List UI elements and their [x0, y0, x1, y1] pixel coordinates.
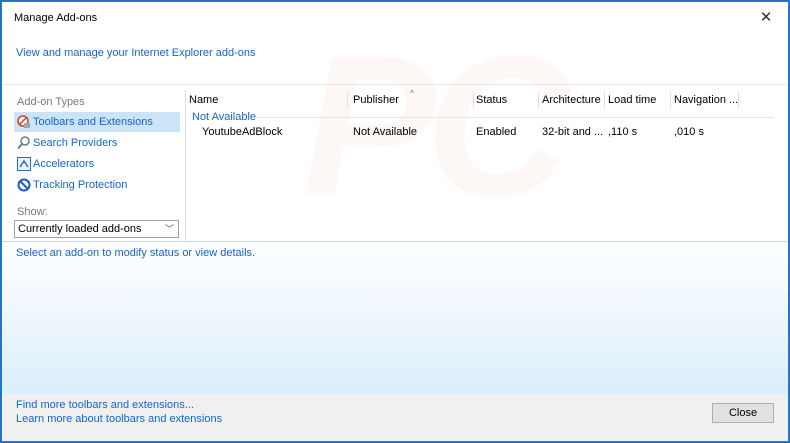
addon-types-title: Add-on Types: [17, 96, 85, 108]
accelerator-icon: [17, 157, 31, 171]
nav-item-label: Search Providers: [33, 137, 118, 149]
close-button[interactable]: Close: [712, 403, 774, 423]
header-link[interactable]: View and manage your Internet Explorer a…: [16, 47, 256, 59]
toolbar-extensions-icon: [17, 115, 31, 129]
column-header-navigation[interactable]: Navigation ...: [671, 90, 739, 110]
addon-types-pane: Add-on Types Toolbars and Extensions Sea…: [12, 90, 184, 240]
manage-addons-dialog: PC risk.com Manage Add-ons ✕ View and ma…: [1, 1, 789, 442]
nav-item-label: Tracking Protection: [33, 179, 128, 191]
close-icon[interactable]: ✕: [758, 10, 774, 26]
show-dropdown[interactable]: Currently loaded add-ons ﹀: [14, 220, 179, 238]
column-header-name[interactable]: Name: [186, 90, 348, 110]
learn-more-link[interactable]: Learn more about toolbars and extensions: [16, 413, 222, 425]
tracking-protection-icon: [17, 178, 31, 192]
cell-navigation: ,010 s: [674, 126, 704, 138]
find-more-link[interactable]: Find more toolbars and extensions...: [16, 399, 194, 411]
details-text: Select an add-on to modify status or vie…: [16, 247, 256, 259]
nav-item-search-providers[interactable]: Search Providers: [14, 133, 180, 153]
nav-item-toolbars-extensions[interactable]: Toolbars and Extensions: [14, 112, 180, 132]
cell-architecture: 32-bit and ...: [542, 126, 604, 138]
details-pane: Select an add-on to modify status or vie…: [2, 242, 788, 394]
footer: Find more toolbars and extensions... Lea…: [2, 394, 788, 441]
nav-item-label: Toolbars and Extensions: [33, 116, 153, 128]
group-divider: [254, 117, 774, 118]
column-label: Navigation ...: [674, 94, 739, 106]
column-divider: [347, 92, 348, 108]
column-header-load-time[interactable]: Load time: [605, 90, 671, 110]
title-bar: Manage Add-ons ✕: [2, 2, 788, 34]
column-label: Architecture: [542, 94, 601, 106]
nav-item-accelerators[interactable]: Accelerators: [14, 154, 180, 174]
column-divider: [738, 92, 739, 108]
addons-list: Name ^ Publisher Status Architecture Loa…: [186, 89, 776, 242]
divider: [2, 84, 788, 85]
nav-item-tracking-protection[interactable]: Tracking Protection: [14, 175, 180, 195]
cell-name: YoutubeAdBlock: [202, 126, 283, 138]
column-header-status[interactable]: Status: [473, 90, 539, 110]
column-label: Status: [476, 94, 508, 106]
show-label: Show:: [17, 206, 48, 218]
chevron-down-icon: ﹀: [164, 224, 174, 234]
column-header-architecture[interactable]: Architecture: [539, 90, 605, 110]
show-dropdown-value: Currently loaded add-ons: [18, 223, 142, 235]
column-label: Load time: [608, 94, 657, 106]
nav-item-label: Accelerators: [33, 158, 95, 170]
column-label: Publisher: [353, 94, 399, 106]
group-label: Not Available: [192, 111, 257, 123]
cell-publisher: Not Available: [353, 126, 418, 138]
search-icon: [17, 136, 31, 150]
cell-status: Enabled: [476, 126, 517, 138]
window-title: Manage Add-ons: [14, 12, 98, 24]
column-label: Name: [189, 94, 219, 106]
cell-load-time: ,110 s: [608, 126, 638, 138]
column-header-publisher[interactable]: Publisher: [350, 90, 474, 110]
